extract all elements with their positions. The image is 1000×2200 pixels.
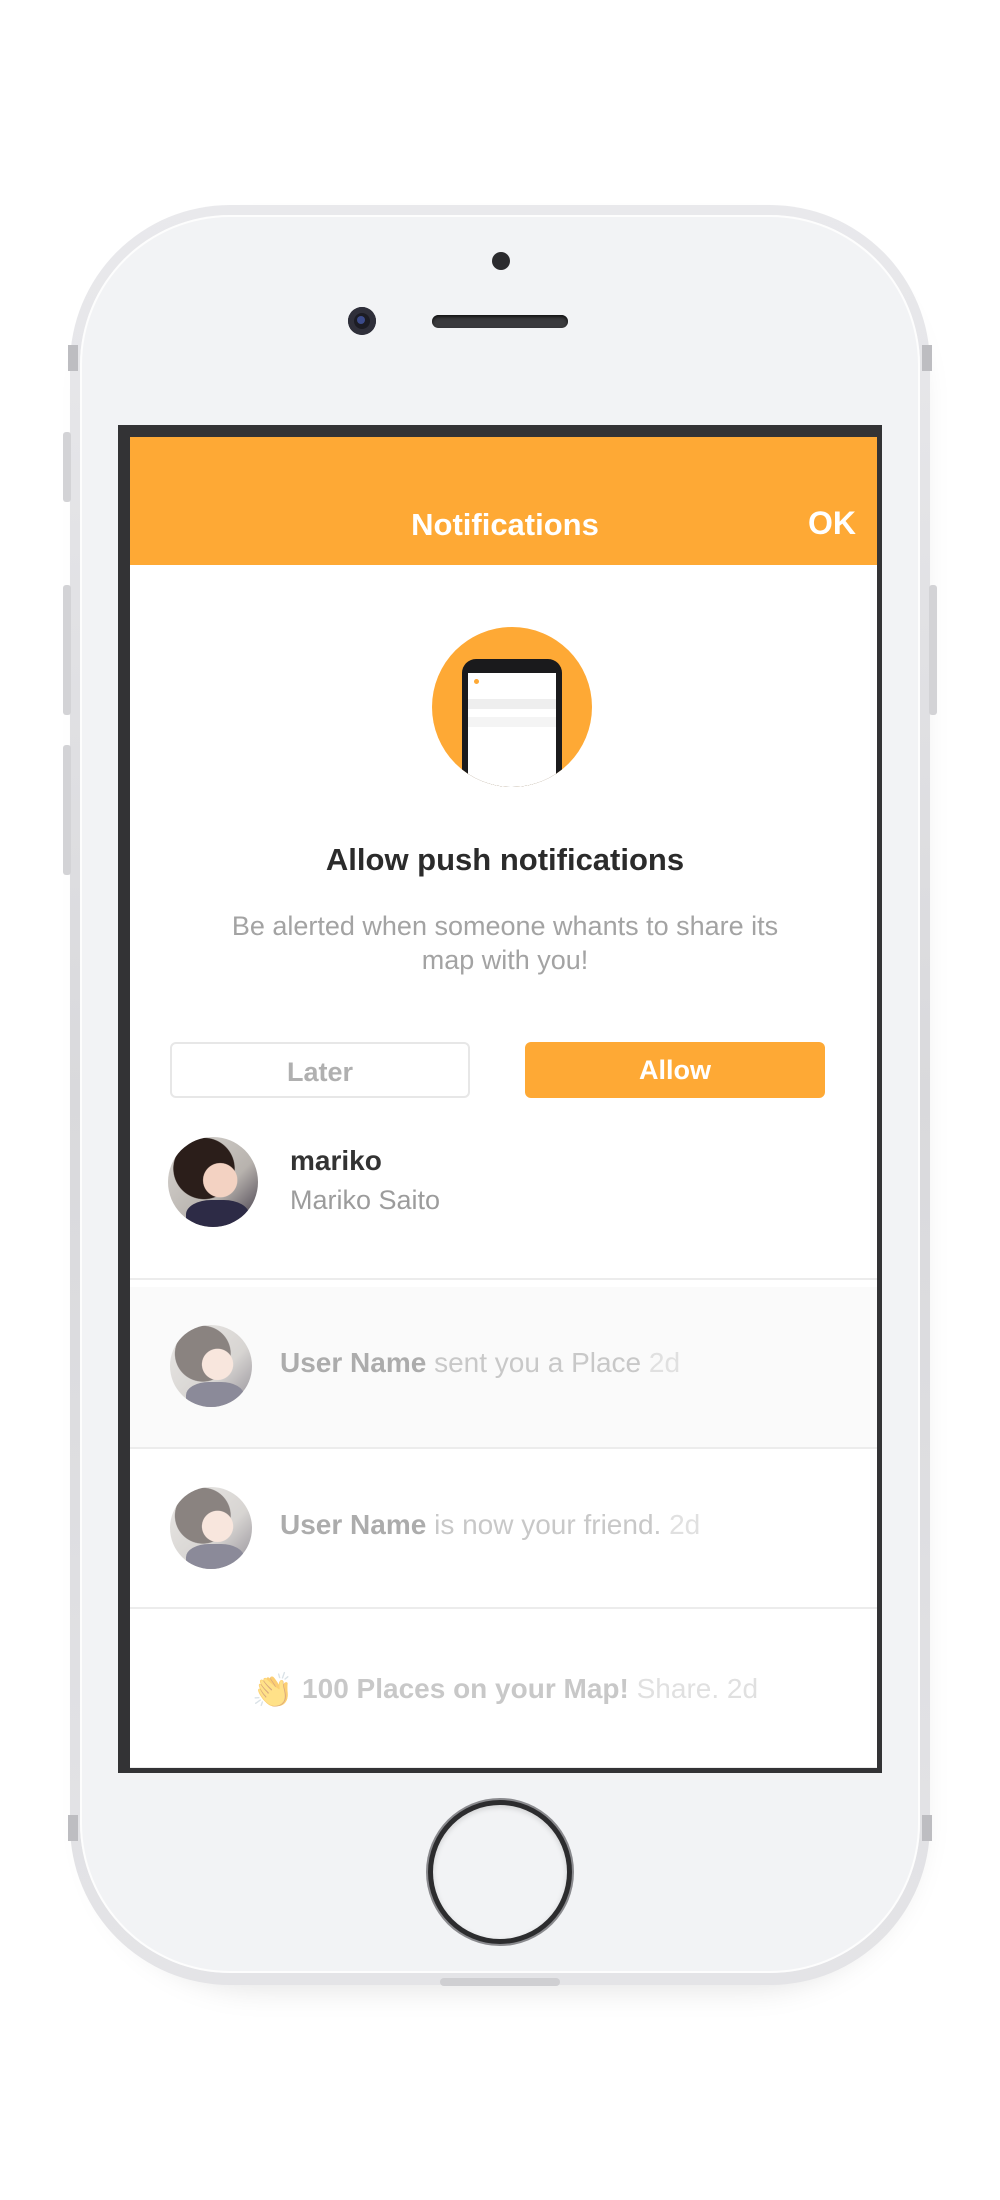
mini-dot bbox=[474, 679, 479, 684]
front-camera-icon bbox=[348, 307, 376, 335]
power-button bbox=[929, 585, 937, 715]
antenna-band bbox=[68, 1815, 78, 1841]
profile-full-name: Mariko Saito bbox=[290, 1185, 441, 1215]
app-mockup: Notifications OK Allow push notification… bbox=[0, 0, 1000, 2200]
notification-title: 100 Places on your Map! bbox=[302, 1673, 629, 1704]
phone-screen: Notifications OK Allow push notification… bbox=[118, 425, 882, 1773]
ok-button[interactable]: OK bbox=[808, 505, 856, 542]
notification-text: User Name sent you a Place 2d bbox=[280, 1347, 680, 1379]
lightning-port bbox=[440, 1978, 560, 1986]
antenna-band bbox=[922, 1815, 932, 1841]
notification-message: sent you a Place bbox=[426, 1347, 649, 1378]
notification-text: User Name is now your friend. 2d bbox=[280, 1509, 700, 1541]
volume-down-button bbox=[63, 745, 71, 875]
profile-username: mariko bbox=[290, 1145, 382, 1176]
phone-illustration-icon bbox=[432, 627, 592, 787]
avatar[interactable] bbox=[168, 1137, 258, 1227]
notification-item[interactable]: User Name sent you a Place 2d bbox=[130, 1287, 877, 1447]
notification-item[interactable]: User Name is now your friend. 2d bbox=[130, 1449, 877, 1609]
mute-switch bbox=[63, 432, 71, 502]
proximity-sensor-icon bbox=[492, 252, 510, 270]
notification-message: Share. bbox=[628, 1673, 727, 1704]
push-prompt-title: Allow push notifications bbox=[325, 842, 685, 877]
push-prompt-description: Be alerted when someone whants to share … bbox=[231, 911, 779, 975]
mini-bar bbox=[468, 699, 556, 709]
allow-button[interactable]: Allow bbox=[525, 1042, 825, 1098]
home-button[interactable] bbox=[433, 1805, 567, 1939]
notification-time: 2d bbox=[648, 1347, 681, 1378]
antenna-band bbox=[68, 345, 78, 371]
divider bbox=[130, 1278, 877, 1280]
volume-up-button bbox=[63, 585, 71, 715]
earpiece-speaker bbox=[432, 315, 568, 328]
later-button[interactable]: Later bbox=[170, 1042, 470, 1098]
notification-item[interactable]: 👏 100 Places on your Map! Share. 2d bbox=[130, 1609, 877, 1768]
profile-row[interactable]: mariko Mariko Saito bbox=[130, 1127, 877, 1277]
notification-time: 2d bbox=[669, 1509, 701, 1540]
notification-text: 👏 100 Places on your Map! Share. 2d bbox=[130, 1671, 877, 1711]
mini-bar bbox=[468, 717, 556, 727]
avatar bbox=[170, 1487, 252, 1569]
notification-time: 2d bbox=[726, 1673, 759, 1704]
divider bbox=[130, 1767, 877, 1768]
navigation-bar: Notifications OK bbox=[130, 437, 877, 565]
clapping-hands-icon: 👏 bbox=[251, 1672, 295, 1710]
antenna-band bbox=[922, 345, 932, 371]
mini-phone-graphic bbox=[462, 659, 562, 787]
avatar bbox=[170, 1325, 252, 1407]
notification-user: User Name bbox=[280, 1347, 427, 1378]
page-title: Notifications bbox=[411, 507, 599, 542]
notification-user: User Name bbox=[280, 1509, 427, 1540]
app-screen: Notifications OK Allow push notification… bbox=[130, 437, 877, 1768]
notification-message: is now your friend. bbox=[426, 1509, 670, 1540]
mini-phone-screen bbox=[468, 673, 556, 787]
